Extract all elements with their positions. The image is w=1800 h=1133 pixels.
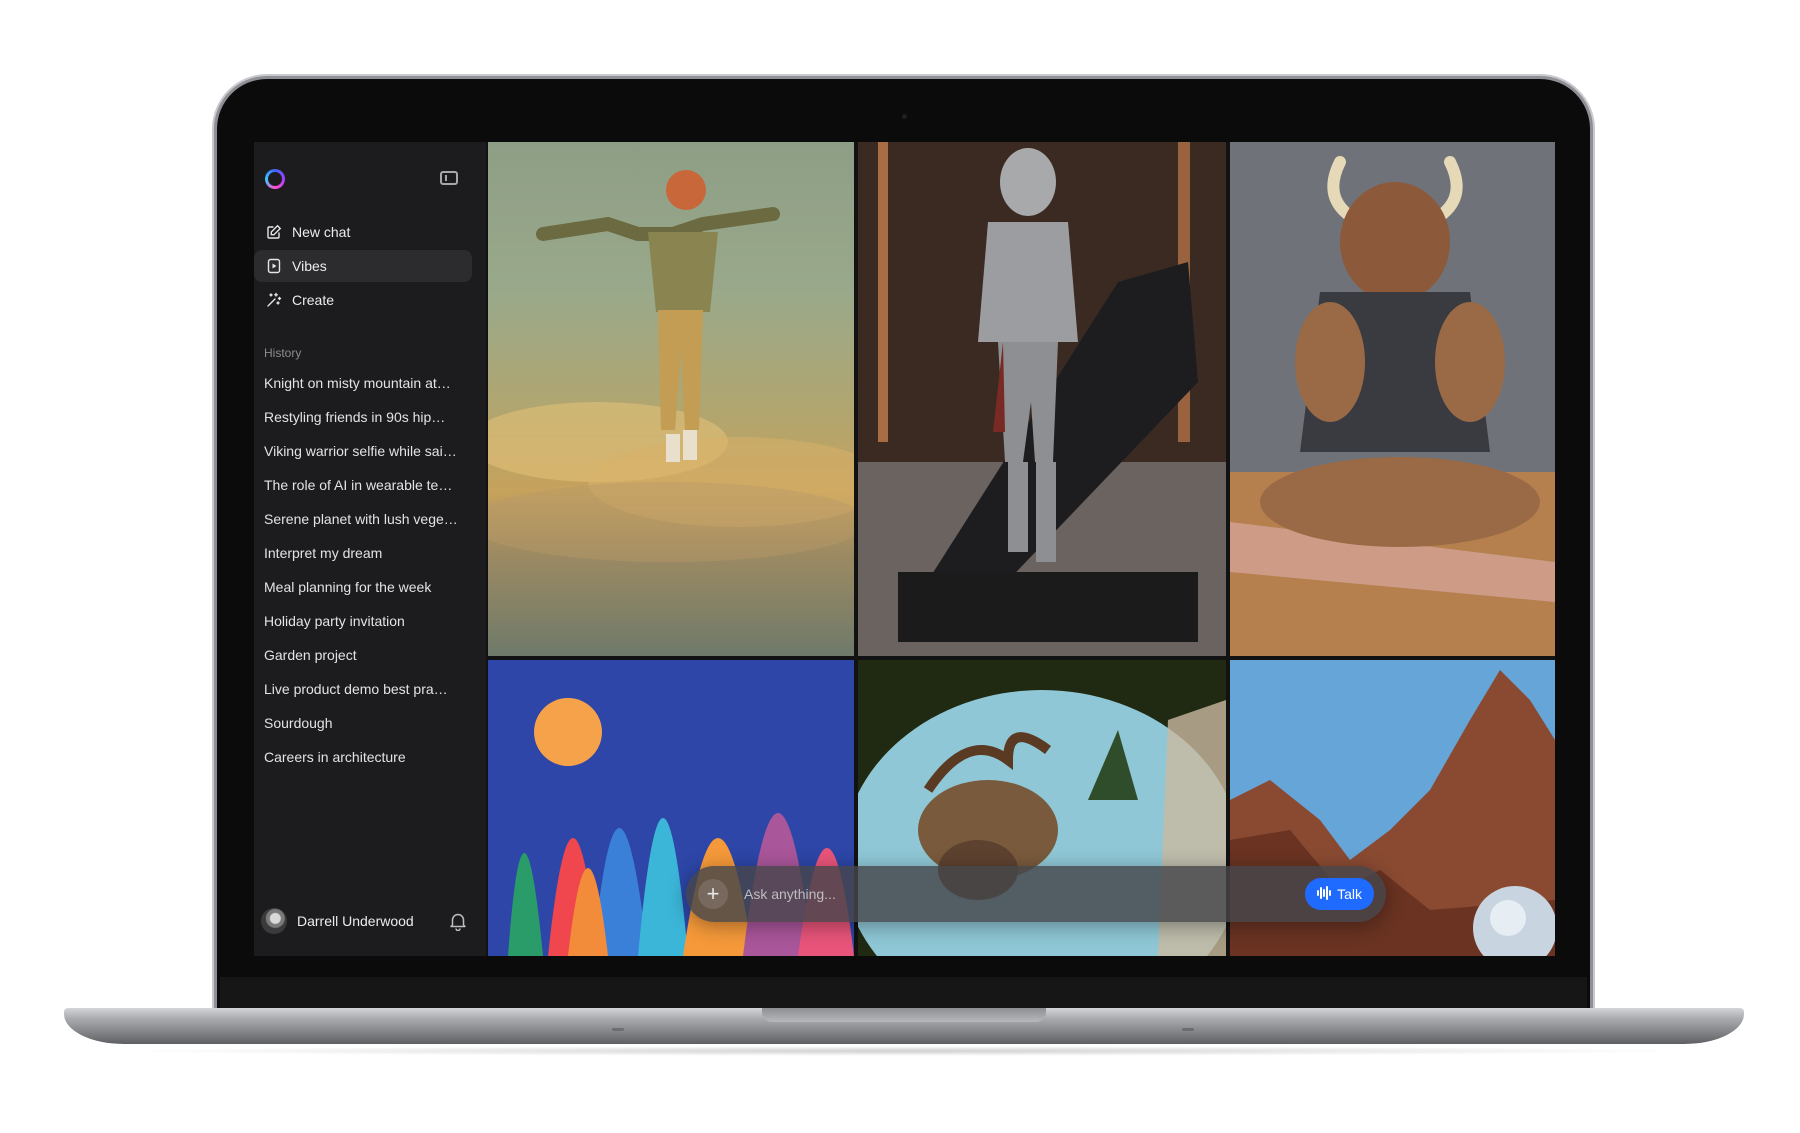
app-logo-icon[interactable] [265,169,285,189]
sparkle-wand-icon [266,292,282,308]
nav-label-create: Create [292,292,335,308]
talk-label: Talk [1337,886,1362,902]
create-button[interactable]: Create [254,284,472,316]
add-attachment-button[interactable]: + [698,879,728,909]
history-item[interactable]: Live product demo best pra… [264,672,464,706]
image-tile-knight-treadmill[interactable] [858,142,1226,656]
history-item[interactable]: Viking warrior selfie while sai… [264,434,464,468]
bell-icon[interactable] [449,911,467,936]
webcam [902,114,907,119]
history-item[interactable]: The role of AI in wearable te… [264,468,464,502]
nav-label-new-chat: New chat [292,224,351,240]
history-list: Knight on misty mountain at… Restyling f… [264,366,464,774]
sidebar-toggle-icon[interactable] [440,171,458,185]
laptop-foot [1182,1028,1194,1031]
history-item[interactable]: Garden project [264,638,464,672]
lid-opening-notch [762,1008,1046,1022]
history-item[interactable]: Restyling friends in 90s hip… [264,400,464,434]
new-chat-button[interactable]: New chat [254,216,472,248]
user-name: Darrell Underwood [297,913,414,929]
history-item[interactable]: Holiday party invitation [264,604,464,638]
history-item[interactable]: Careers in architecture [264,740,464,774]
prompt-composer: + Talk [686,866,1386,922]
floating-person-image [488,170,854,562]
nav-label-vibes: Vibes [292,258,327,274]
bottom-bezel [220,977,1587,1012]
history-item[interactable]: Sourdough [264,706,464,740]
avatar[interactable] [261,908,287,934]
history-item[interactable]: Knight on misty mountain at… [264,366,464,400]
image-tile-bull-yoga[interactable] [1230,142,1555,656]
history-heading: History [264,346,302,360]
sidebar: New chat Vibes Create History Knight on … [254,142,486,956]
base-shadow [110,1046,1700,1056]
image-tile-floating-person[interactable] [488,142,854,656]
knight-treadmill-image [858,142,1226,656]
prompt-input[interactable] [742,885,1306,903]
history-item[interactable]: Serene planet with lush vege… [264,502,464,536]
laptop-foot [612,1028,624,1031]
history-item[interactable]: Meal planning for the week [264,570,464,604]
history-item[interactable]: Interpret my dream [264,536,464,570]
app-screen: New chat Vibes Create History Knight on … [254,142,1555,956]
vibes-button[interactable]: Vibes [254,250,472,282]
user-profile[interactable]: Darrell Underwood [261,906,471,936]
bull-yoga-image [1230,142,1555,656]
voice-waveform-icon [1317,885,1332,903]
edit-icon [266,224,282,240]
plus-icon: + [706,881,720,906]
talk-button[interactable]: Talk [1305,878,1374,910]
video-icon [266,258,282,274]
